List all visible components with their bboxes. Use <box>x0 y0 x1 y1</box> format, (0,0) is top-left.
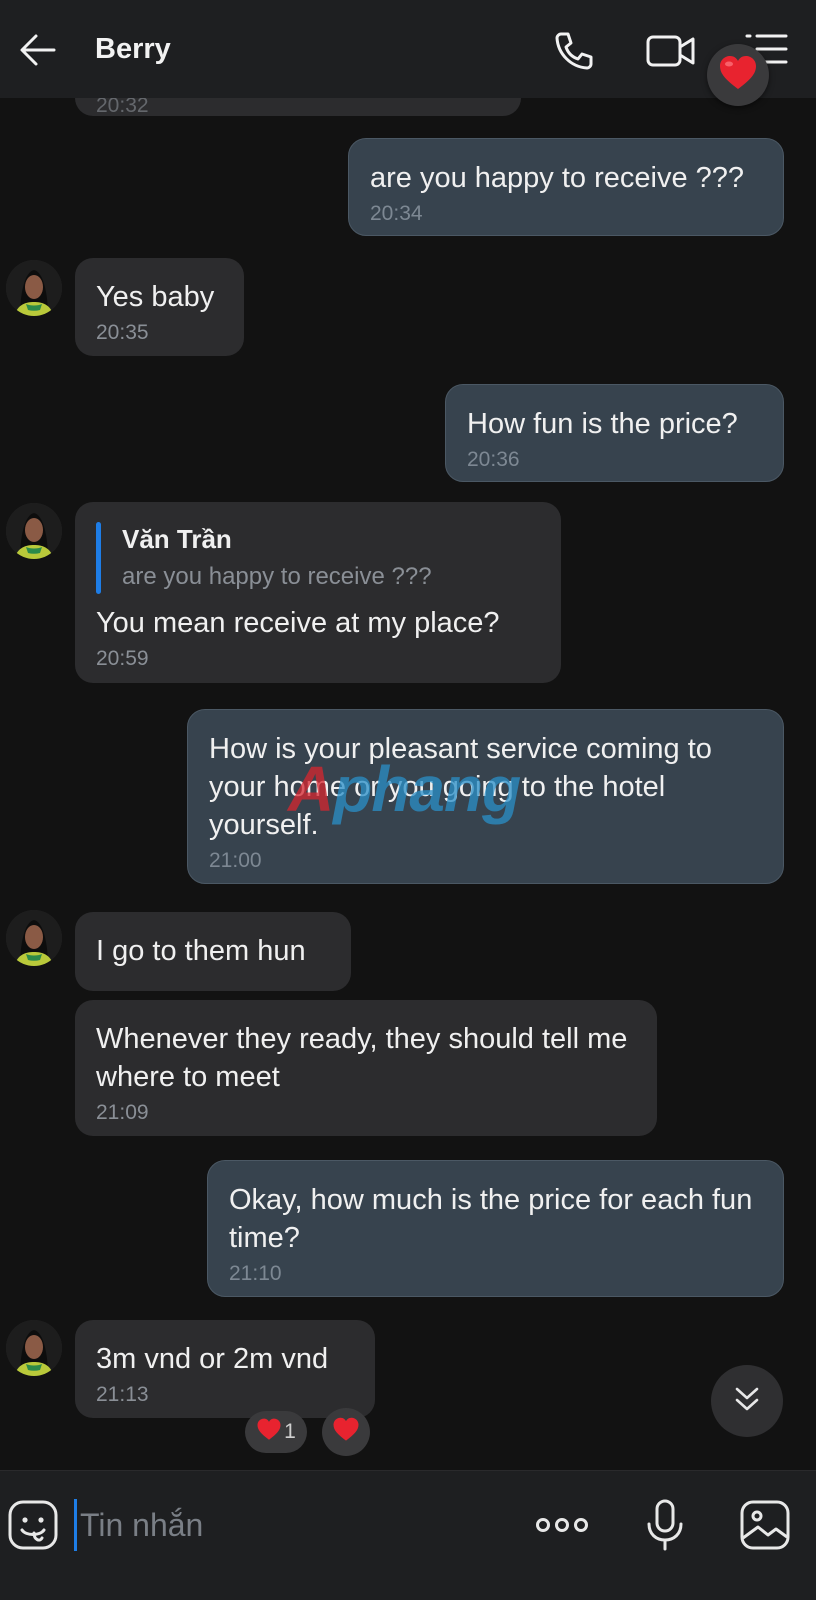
heart-icon <box>256 1418 282 1447</box>
reaction-heart-count[interactable]: 1 <box>245 1411 307 1453</box>
message-text: Whenever they ready, they should tell me… <box>96 1023 628 1093</box>
message-time: 20:59 <box>96 647 149 670</box>
message-bubble-incoming[interactable]: 20:32 <box>75 98 521 117</box>
message-text: You mean receive at my place? <box>96 607 500 639</box>
message-text: I go to them hun <box>96 935 306 967</box>
contact-avatar[interactable] <box>6 910 62 966</box>
quote-accent-bar <box>96 522 101 594</box>
message-list[interactable]: 20:32 are you happy to receive ??? 20:34… <box>0 98 816 1470</box>
quoted-sender-name: Văn Trần <box>122 524 232 554</box>
video-call-icon[interactable] <box>645 28 697 74</box>
more-options-icon[interactable] <box>534 1498 590 1552</box>
message-time: 20:32 <box>96 98 149 117</box>
message-time: 21:13 <box>96 1383 149 1406</box>
scroll-to-bottom-button[interactable] <box>711 1365 783 1437</box>
quick-reaction-heart-button[interactable] <box>707 44 769 106</box>
contact-name[interactable]: Berry <box>95 33 171 66</box>
contact-avatar[interactable] <box>6 503 62 559</box>
chat-header: Berry <box>0 0 816 106</box>
contact-avatar[interactable] <box>6 260 62 316</box>
heart-icon <box>718 55 758 96</box>
message-composer <box>0 1470 816 1600</box>
message-time: 20:36 <box>467 448 520 471</box>
message-time: 21:10 <box>229 1262 282 1285</box>
microphone-icon[interactable] <box>638 1498 692 1552</box>
message-time: 20:34 <box>370 202 423 225</box>
message-bubble-outgoing[interactable]: How fun is the price? 20:36 <box>445 384 784 482</box>
message-bubble-incoming[interactable]: I go to them hun <box>75 912 351 991</box>
message-text: Okay, how much is the price for each fun… <box>229 1184 753 1254</box>
sticker-emoji-icon[interactable] <box>6 1498 60 1552</box>
contact-avatar[interactable] <box>6 1320 62 1376</box>
message-bubble-incoming-reply[interactable]: Văn Trần are you happy to receive ??? Yo… <box>75 502 561 683</box>
message-text: 3m vnd or 2m vnd <box>96 1343 329 1375</box>
message-input[interactable] <box>74 1499 504 1551</box>
double-chevron-down-icon <box>731 1383 763 1420</box>
message-bubble-outgoing[interactable]: Okay, how much is the price for each fun… <box>207 1160 784 1297</box>
message-bubble-outgoing[interactable]: How is your pleasant service coming to y… <box>187 709 784 884</box>
message-text: How is your pleasant service coming to y… <box>209 733 712 841</box>
message-text: Yes baby <box>96 281 215 313</box>
message-bubble-outgoing[interactable]: are you happy to receive ??? 20:34 <box>348 138 784 236</box>
message-bubble-incoming[interactable]: Whenever they ready, they should tell me… <box>75 1000 657 1136</box>
message-bubble-incoming[interactable]: Yes baby 20:35 <box>75 258 244 356</box>
add-heart-reaction-button[interactable] <box>322 1408 370 1456</box>
message-time: 20:35 <box>96 321 149 344</box>
message-text: are you happy to receive ??? <box>370 162 745 194</box>
gallery-image-icon[interactable] <box>738 1498 792 1552</box>
back-arrow-icon[interactable] <box>18 30 58 70</box>
heart-icon <box>332 1417 360 1448</box>
message-text: How fun is the price? <box>467 408 738 440</box>
reaction-count: 1 <box>284 1420 296 1443</box>
message-time: 21:09 <box>96 1101 149 1124</box>
phone-call-icon[interactable] <box>551 28 597 74</box>
message-time: 21:00 <box>209 849 262 872</box>
quoted-message-text: are you happy to receive ??? <box>122 563 432 590</box>
quoted-message[interactable]: Văn Trần are you happy to receive ??? <box>96 522 540 594</box>
message-bubble-incoming[interactable]: 3m vnd or 2m vnd 21:13 <box>75 1320 375 1418</box>
